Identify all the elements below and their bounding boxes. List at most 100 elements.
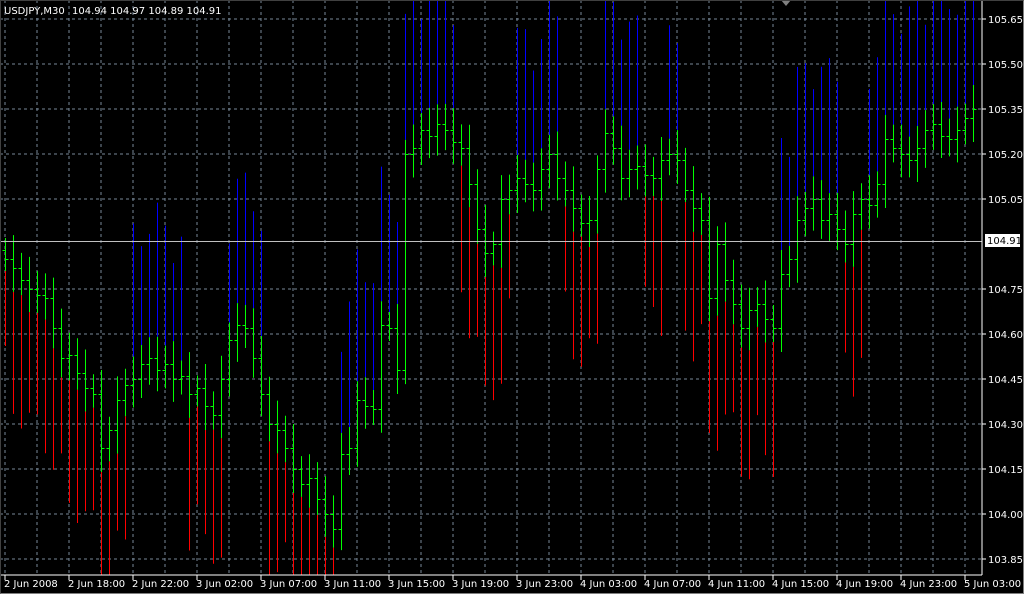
ohlc-bar (570, 166, 577, 360)
ohlc-bar (666, 25, 673, 176)
price-axis[interactable]: 105.65 105.50 105.35 105.20 105.05 104.75 104.… (982, 15, 1023, 566)
ohlc-bar (266, 376, 273, 575)
ohlc-bar (658, 136, 665, 337)
ohlc-bar (442, 0, 449, 151)
ohlc-bar (810, 89, 817, 231)
ohlc-bar (802, 63, 809, 237)
time-tick-label: 4 Jun 03:00 (580, 579, 637, 590)
ohlc-bar (850, 191, 857, 397)
ohlc-bar (306, 454, 313, 575)
time-tick-label: 3 Jun 02:00 (196, 579, 253, 590)
price-tick-label: 103.85 (988, 555, 1023, 566)
ohlc-bar (2, 238, 9, 346)
ohlc-bar (602, 0, 609, 193)
price-tick-label: 104.15 (988, 465, 1023, 476)
ohlc-bar (42, 273, 49, 454)
ohlc-bar (410, 0, 417, 178)
ohlc-bar (58, 308, 65, 454)
ohlc-bar (378, 166, 385, 433)
ohlc-bar (970, 0, 977, 142)
ohlc-bar (610, 2, 617, 165)
ohlc-bar (418, 18, 425, 166)
price-chart[interactable]: 105.65 105.50 105.35 105.20 105.05 104.75 104.… (0, 0, 1024, 594)
ohlc-bar (66, 332, 73, 503)
bars (2, 0, 977, 575)
ohlc-bar (698, 193, 705, 325)
time-tick-label: 2 Jun 2008 (4, 579, 58, 590)
time-tick-label: 4 Jun 11:00 (708, 579, 765, 590)
ohlc-bar (346, 301, 353, 475)
grid (0, 0, 982, 575)
ohlc-bar (690, 166, 697, 362)
ohlc-bar (882, 0, 889, 208)
ohlc-bar (682, 147, 689, 331)
ohlc-bar (746, 287, 753, 480)
time-tick-label: 4 Jun 07:00 (644, 579, 701, 590)
price-tick-label: 104.75 (988, 285, 1023, 296)
ohlc-bar (818, 66, 825, 239)
time-tick-label: 4 Jun 19:00 (836, 579, 893, 590)
ohlc-bar (98, 370, 105, 575)
ohlc-bar (762, 280, 769, 456)
ohlc-bar (18, 252, 25, 429)
ohlc-bar (370, 283, 377, 425)
ohlc-bar (714, 226, 721, 451)
price-tick-label: 104.60 (988, 330, 1023, 341)
ohlc-bar (778, 138, 785, 352)
ohlc-bar (74, 338, 81, 523)
ohlc-bar (866, 88, 873, 229)
price-tick-label: 105.35 (988, 105, 1023, 116)
ohlc-bar (114, 376, 121, 531)
ohlc-bar (906, 6, 913, 178)
ohlc-bar (274, 400, 281, 573)
ohlc-bar (194, 375, 201, 505)
ohlc-bar (162, 225, 169, 389)
ohlc-bar (226, 243, 233, 397)
ohlc-bar (546, 0, 553, 189)
time-tick-label: 3 Jun 19:00 (452, 579, 509, 590)
ohlc-bar (186, 352, 193, 551)
time-axis[interactable]: 2 Jun 2008 2 Jun 18:00 2 Jun 22:00 3 Jun 02… (4, 575, 1021, 590)
price-tick-label: 105.05 (988, 195, 1023, 206)
price-tick-label: 104.45 (988, 375, 1023, 386)
ohlc-bar (258, 230, 265, 417)
time-tick-label: 2 Jun 18:00 (68, 579, 125, 590)
ohlc-bar (794, 66, 801, 283)
ohlc-bar (290, 424, 297, 575)
ohlc-bar (770, 305, 777, 477)
ohlc-bar (890, 14, 897, 163)
ohlc-bar (914, 0, 921, 182)
ohlc-bar (954, 14, 961, 163)
ohlc-bar (554, 16, 561, 201)
ohlc-bar (490, 231, 497, 401)
price-tick-label: 105.50 (988, 60, 1023, 71)
chart-shift-marker-icon[interactable] (781, 0, 791, 6)
time-tick-label: 3 Jun 23:00 (516, 579, 573, 590)
ohlc-bar (874, 57, 881, 218)
ohlc-bar (650, 156, 657, 308)
ohlc-bar (138, 246, 145, 399)
ohlc-bar (898, 33, 905, 178)
price-tick-label: 104.30 (988, 420, 1023, 431)
ohlc-readout: 104.94 104.97 104.89 104.91 (72, 6, 222, 17)
time-tick-label: 3 Jun 15:00 (388, 579, 445, 590)
ohlc-bar (858, 183, 865, 358)
ohlc-bar (130, 223, 137, 408)
time-tick-label: 5 Jun 03:00 (964, 579, 1021, 590)
ohlc-bar (450, 25, 457, 164)
ohlc-bar (530, 70, 537, 212)
ohlc-bar (786, 156, 793, 288)
ohlc-bar (386, 194, 393, 341)
ohlc-bar (146, 233, 153, 385)
ohlc-bar (426, 0, 433, 159)
ohlc-bar (282, 415, 289, 543)
ohlc-bar (50, 277, 57, 470)
ohlc-bar (586, 196, 593, 339)
ohlc-bar (706, 196, 713, 433)
ohlc-bar (922, 24, 929, 168)
ohlc-bar (826, 58, 833, 241)
ohlc-bar (458, 124, 465, 293)
ohlc-bar (218, 355, 225, 558)
ohlc-bar (522, 29, 529, 203)
ohlc-bar (330, 495, 337, 575)
